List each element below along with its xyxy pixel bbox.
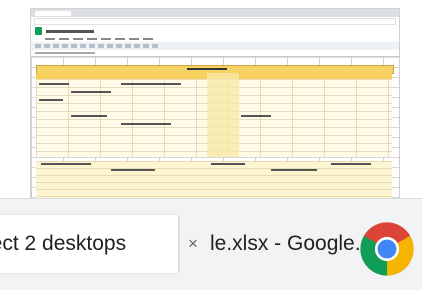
tab-google-sheets-file[interactable]: le.xlsx - Google...: [210, 215, 360, 273]
tab-label: le.xlsx - Google...: [210, 232, 360, 255]
tab-connect-desktops[interactable]: lect 2 desktops: [0, 215, 178, 273]
close-icon[interactable]: ×: [188, 235, 198, 252]
chrome-logo-icon: [360, 222, 414, 276]
document-title: [46, 29, 94, 33]
sheets-logo-icon: [35, 27, 42, 35]
spreadsheet-grid: [31, 57, 399, 221]
toolbar: [31, 42, 399, 50]
highlighted-column: [207, 73, 239, 157]
address-bar: [34, 18, 396, 25]
browser-tab: [35, 10, 71, 16]
tab-label: lect 2 desktops: [0, 232, 127, 255]
window-preview-thumbnail[interactable]: [30, 8, 400, 222]
browser-tab-bar: [31, 9, 399, 17]
taskbar-tab-strip: lect 2 desktops × le.xlsx - Google...: [0, 198, 422, 290]
sheets-header: [31, 26, 399, 36]
formula-bar: [31, 50, 399, 57]
